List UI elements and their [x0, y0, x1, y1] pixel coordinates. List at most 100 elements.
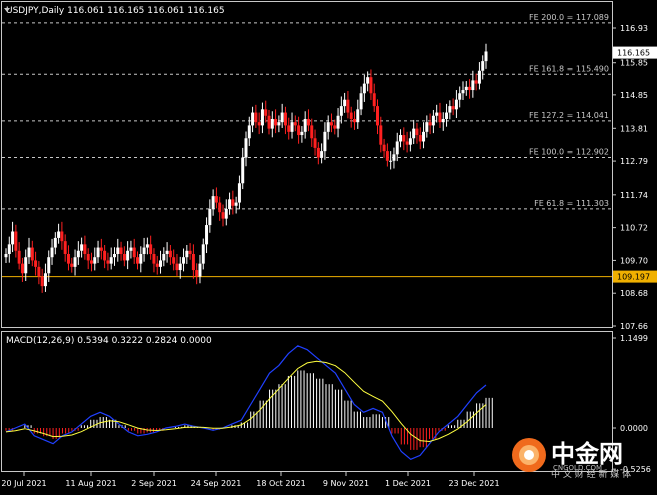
- y-tick-label: 112.79: [620, 157, 648, 166]
- candle-body: [464, 86, 468, 91]
- candle-body: [441, 118, 445, 123]
- candle-body: [251, 112, 255, 126]
- candle-body: [50, 247, 54, 258]
- candle-body: [431, 115, 435, 126]
- candle-body: [468, 86, 472, 91]
- candle-body: [185, 250, 189, 258]
- candle-body: [145, 244, 149, 248]
- candle-body: [316, 147, 320, 158]
- candle-body: [336, 115, 340, 129]
- x-tick-label: 11 Aug 2021: [65, 479, 116, 488]
- candle-body: [70, 263, 74, 267]
- candle-body: [389, 160, 393, 162]
- watermark-domain: CNGOLD.COM: [553, 464, 602, 472]
- y-tick-label: 116.93: [620, 24, 648, 33]
- candle-body: [435, 112, 439, 116]
- macd-y-tick-label: 1.1499: [620, 334, 648, 343]
- candle-body: [392, 154, 396, 161]
- candle-body: [300, 131, 304, 136]
- candle-body: [244, 138, 248, 158]
- candle-body: [159, 260, 163, 267]
- candle-body: [63, 241, 67, 254]
- candle-body: [53, 237, 57, 248]
- y-tick-label: 108.68: [620, 289, 648, 298]
- candle-body: [277, 122, 281, 126]
- candle-body: [458, 93, 462, 100]
- last-price-label: 116.165: [617, 49, 650, 58]
- candle-body: [142, 247, 146, 254]
- candle-body: [112, 253, 116, 258]
- candle-body: [198, 263, 202, 277]
- candle-body: [195, 270, 199, 277]
- candle-body: [402, 135, 406, 142]
- candle-body: [428, 122, 432, 126]
- y-tick-label: 109.70: [620, 256, 648, 265]
- baseline-price-label: 109.197: [617, 273, 650, 282]
- x-tick-label: 20 Jul 2021: [1, 479, 46, 488]
- candle-body: [313, 138, 317, 148]
- x-tick-label: 23 Dec 2021: [448, 479, 499, 488]
- candle-body: [415, 128, 419, 136]
- candle-body: [257, 122, 261, 126]
- candle-body: [362, 83, 366, 94]
- candle-body: [247, 125, 251, 139]
- y-tick-label: 107.66: [620, 322, 648, 331]
- candle-body: [93, 257, 97, 264]
- candle-body: [477, 70, 481, 84]
- candle-body: [66, 253, 70, 264]
- candle-body: [329, 122, 333, 126]
- candle-body: [83, 244, 87, 254]
- candle-body: [369, 77, 373, 94]
- candle-body: [165, 250, 169, 254]
- candle-body: [359, 93, 363, 110]
- candle-body: [139, 253, 143, 264]
- candle-body: [395, 141, 399, 155]
- y-tick-label: 110.72: [620, 224, 648, 233]
- candle-body: [422, 131, 426, 142]
- x-tick-label: 18 Oct 2021: [256, 479, 305, 488]
- candle-body: [297, 125, 301, 136]
- candle-body: [474, 80, 478, 84]
- candle-body: [320, 151, 324, 158]
- candle-body: [162, 253, 166, 261]
- candle-body: [17, 250, 21, 264]
- candle-body: [349, 112, 353, 119]
- candle-body: [346, 99, 350, 113]
- candle-body: [385, 151, 389, 161]
- chart-canvas: FE 200.0 = 117.089 FE 161.8 = 115.490 FE 1…: [1, 1, 657, 488]
- candle-body: [122, 253, 126, 261]
- candle-body: [205, 225, 209, 245]
- candle-body: [24, 257, 28, 274]
- candle-body: [208, 208, 212, 226]
- candle-body: [80, 244, 84, 251]
- fib-level-label: FE 127.2 = 114.041: [529, 111, 609, 120]
- candle-body: [109, 257, 113, 264]
- candle-body: [310, 125, 314, 139]
- fib-level-label: FE 61.8 = 111.303: [534, 199, 609, 208]
- candle-body: [96, 247, 100, 258]
- candle-body: [333, 125, 337, 129]
- candle-body: [188, 250, 192, 254]
- candle-body: [221, 212, 225, 219]
- candle-body: [11, 231, 15, 245]
- macd-header: MACD(12,26,9) 0.5394 0.3222 0.2824 0.000…: [6, 336, 212, 346]
- candle-body: [231, 199, 235, 206]
- candle-body: [89, 260, 93, 264]
- candle-body: [155, 263, 159, 267]
- candle-body: [425, 122, 429, 132]
- candle-body: [47, 257, 51, 274]
- candle-body: [376, 106, 380, 126]
- y-tick-label: 115.85: [620, 59, 648, 68]
- candle-body: [119, 247, 123, 254]
- candle-body: [293, 122, 297, 126]
- candle-body: [76, 250, 80, 258]
- candle-body: [43, 273, 47, 287]
- candle-body: [260, 109, 264, 126]
- main-chart-frame: [1, 1, 613, 328]
- candle-body: [438, 112, 442, 123]
- candle-body: [366, 77, 370, 84]
- candle-body: [14, 231, 18, 251]
- candle-body: [471, 80, 475, 91]
- candle-body: [152, 253, 156, 264]
- candle-body: [379, 125, 383, 145]
